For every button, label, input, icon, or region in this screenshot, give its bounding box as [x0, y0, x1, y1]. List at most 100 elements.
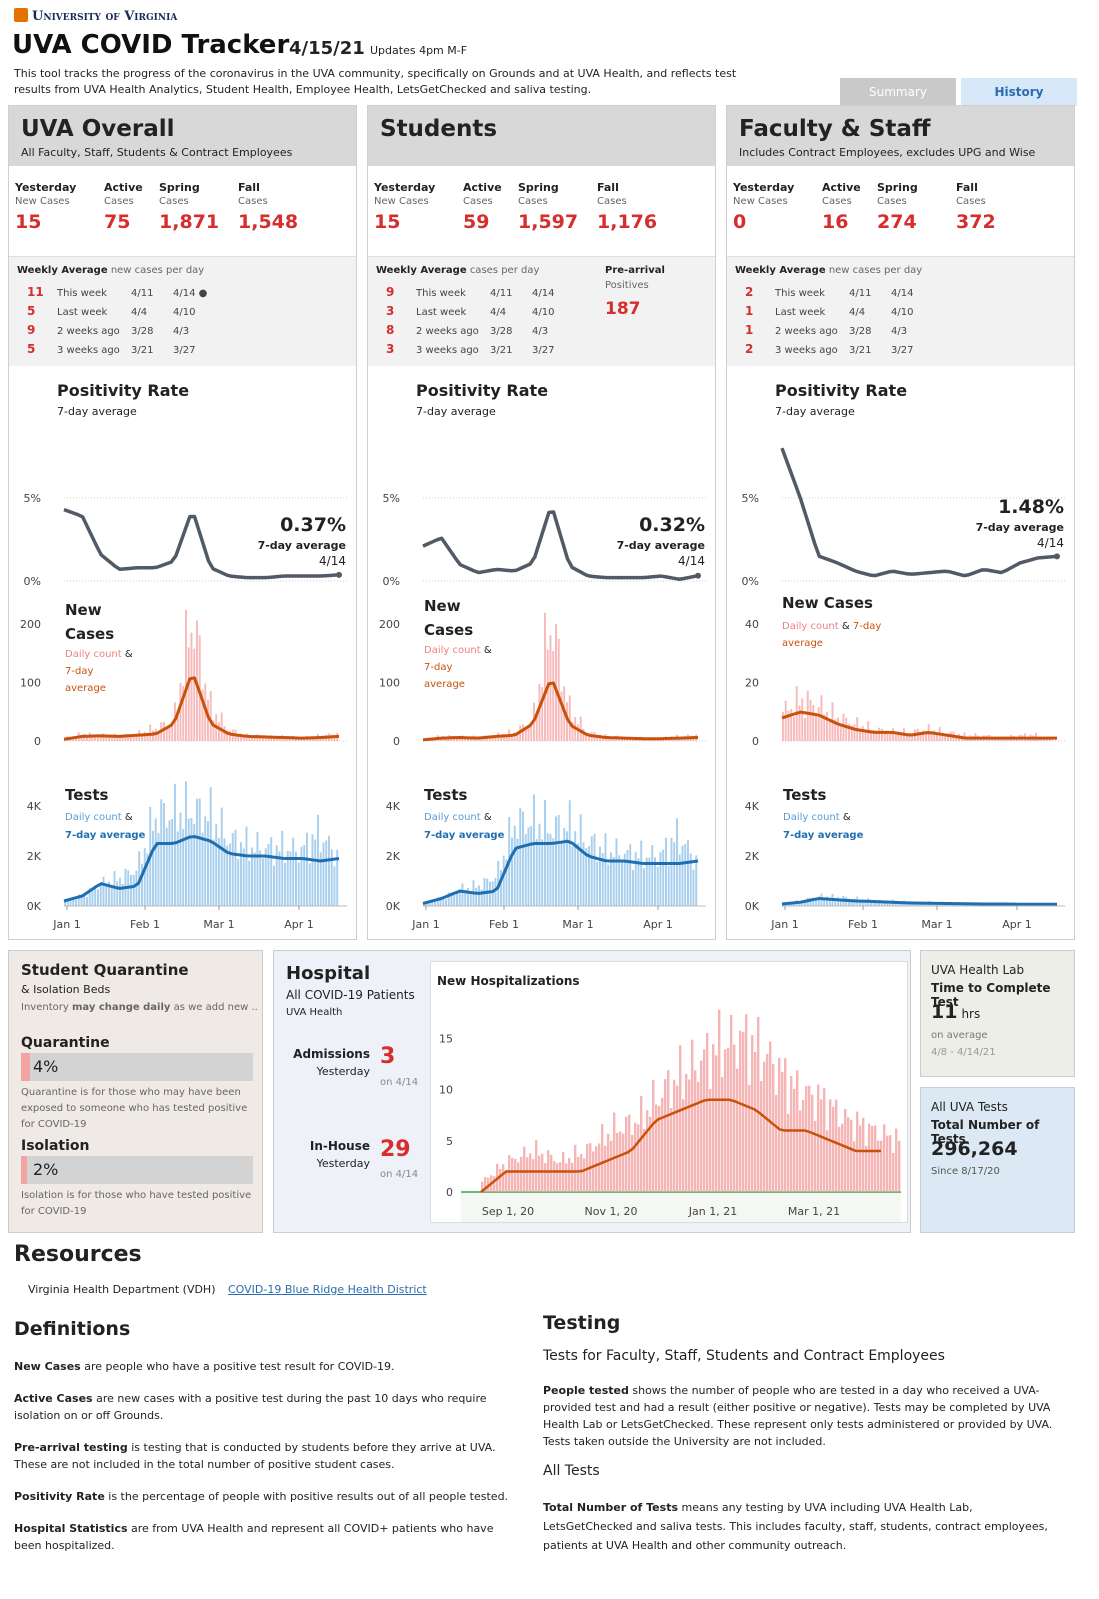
daily-hospitalization-bar: [517, 1162, 520, 1192]
daily-hospitalization-bar: [709, 1088, 712, 1192]
daily-case-bar: [544, 612, 546, 741]
daily-test-bar: [557, 814, 560, 906]
daily-test-bar: [163, 803, 165, 906]
daily-test-bar: [185, 781, 187, 906]
definitions-list: New Cases are people who have a positive…: [14, 1358, 524, 1569]
daily-hospitalization-bar: [679, 1045, 682, 1192]
x-tick-label: Jan 1, 21: [688, 1205, 737, 1218]
tab-summary[interactable]: Summary: [840, 78, 956, 106]
daily-hospitalization-bar: [775, 1094, 778, 1192]
quarantine-subtitle: & Isolation Beds: [21, 983, 111, 996]
daily-case-bar: [853, 724, 856, 741]
lab-range: 4/8 - 4/14/21: [931, 1047, 996, 1058]
blue-ridge-link[interactable]: COVID-19 Blue Ridge Health District: [228, 1283, 427, 1296]
daily-hospitalization-bar: [895, 1128, 898, 1192]
daily-hospitalization-bar: [652, 1080, 655, 1192]
panel-charts: 0% 5% 0 100 200 0K 2K 4K Jan 1 Feb 1 Mar 1 Apr 1: [379, 492, 706, 931]
daily-test-bar: [662, 849, 665, 906]
lab-title: UVA Health Lab: [931, 963, 1025, 977]
quarantine-note: Inventory may change daily as we add new…: [21, 1002, 258, 1013]
daily-hospitalization-bar: [550, 1154, 553, 1192]
daily-test-bar: [563, 828, 566, 906]
daily-case-bar: [784, 700, 787, 741]
daily-hospitalization-bar: [883, 1124, 886, 1192]
daily-hospitalization-bar: [868, 1123, 871, 1192]
daily-case-bar: [889, 732, 892, 741]
daily-hospitalization-bar: [607, 1133, 610, 1192]
daily-hospitalization-bar: [604, 1145, 607, 1192]
alltests-title: All UVA Tests: [931, 1100, 1008, 1114]
definition-item: New Cases are people who have a positive…: [14, 1360, 395, 1373]
y-tick-label: 15: [439, 1032, 453, 1045]
daily-hospitalization-bar: [841, 1123, 844, 1192]
daily-case-bar: [900, 734, 903, 741]
daily-hospitalization-bar: [622, 1133, 625, 1192]
y-tick-label: 40: [745, 618, 759, 631]
daily-case-bar: [579, 716, 582, 741]
daily-hospitalization-bar: [514, 1158, 517, 1192]
admissions-sub: Yesterday: [316, 1065, 370, 1078]
daily-test-bar: [171, 818, 174, 906]
x-tick-label: Feb 1: [848, 918, 878, 931]
panel-charts: 0% 5% 0 100 200 0K 2K 4K Jan 1 Feb 1 Mar 1 Apr 1: [20, 492, 347, 931]
daily-hospitalization-bar: [619, 1131, 622, 1192]
daily-test-bar: [303, 844, 306, 906]
daily-test-bar: [297, 862, 300, 906]
daily-hospitalization-bar: [760, 1081, 763, 1192]
y-tick-label: 0%: [742, 575, 759, 588]
daily-test-bar: [198, 798, 201, 906]
daily-hospitalization-bar: [886, 1135, 889, 1192]
resources-title: Resources: [14, 1242, 142, 1267]
daily-test-bar: [681, 845, 684, 906]
daily-test-bar: [687, 840, 689, 906]
daily-test-bar: [489, 881, 491, 906]
daily-test-bar: [314, 839, 317, 906]
isolation-percent: 2%: [33, 1160, 59, 1179]
x-tick-label: Mar 1: [203, 918, 234, 931]
daily-hospitalization-bar: [685, 1073, 688, 1192]
daily-test-bar: [284, 862, 286, 906]
x-tick-label: Mar 1: [921, 918, 952, 931]
daily-hospitalization-bar: [634, 1122, 637, 1192]
x-tick-label: Apr 1: [1002, 918, 1032, 931]
panel-charts: 0% 5% 0 20 40 0K 2K 4K Jan 1 Feb 1 Mar 1 Apr 1: [742, 447, 1065, 931]
y-tick-label: 2K: [745, 850, 760, 863]
daily-test-bar: [168, 820, 171, 906]
rotunda-icon: [14, 8, 28, 22]
tab-history[interactable]: History: [961, 78, 1077, 106]
y-tick-label: 0%: [24, 575, 41, 588]
daily-test-bar: [629, 844, 632, 906]
daily-test-bar: [281, 830, 284, 906]
hospital-subtitle: All COVID-19 Patients: [286, 988, 415, 1002]
daily-case-bar: [930, 733, 933, 741]
daily-hospitalization-bar: [661, 1097, 664, 1192]
alltests-value: 296,264: [931, 1138, 1018, 1160]
y-tick-label: 2K: [386, 850, 401, 863]
daily-hospitalization-bar: [808, 1085, 811, 1192]
daily-test-bar: [651, 845, 654, 906]
daily-hospitalization-bar: [592, 1151, 595, 1192]
daily-test-bar: [187, 818, 190, 906]
panel-0: UVA Overall All Faculty, Staff, Students…: [8, 105, 357, 940]
daily-test-bar: [571, 846, 574, 906]
daily-test-bar: [99, 884, 102, 906]
daily-hospitalization-bar: [835, 1099, 838, 1192]
daily-hospitalization-bar: [811, 1094, 814, 1192]
lab-card: UVA Health Lab Time to Complete Test 11 h…: [920, 950, 1075, 1077]
university-logo[interactable]: University of Virginia: [14, 8, 177, 24]
daily-test-bar: [615, 838, 618, 906]
y-tick-label: 0K: [745, 900, 760, 913]
daily-test-bar: [143, 848, 146, 906]
hospital-title: Hospital: [286, 963, 371, 984]
daily-hospitalization-bar: [568, 1157, 571, 1192]
daily-case-bar: [861, 726, 864, 741]
daily-test-bar: [116, 881, 119, 906]
definition-item: Positivity Rate is the percentage of peo…: [14, 1490, 509, 1503]
daily-test-bar: [330, 849, 333, 906]
quarantine-card: Student Quarantine & Isolation Beds Inve…: [8, 950, 263, 1233]
daily-hospitalization-bar: [793, 1088, 796, 1192]
daily-test-bar: [105, 884, 108, 906]
alltests-card: All UVA Tests Total Number of Tests 296,…: [920, 1087, 1075, 1233]
daily-test-bar: [552, 838, 555, 906]
daily-test-bar: [530, 825, 533, 906]
